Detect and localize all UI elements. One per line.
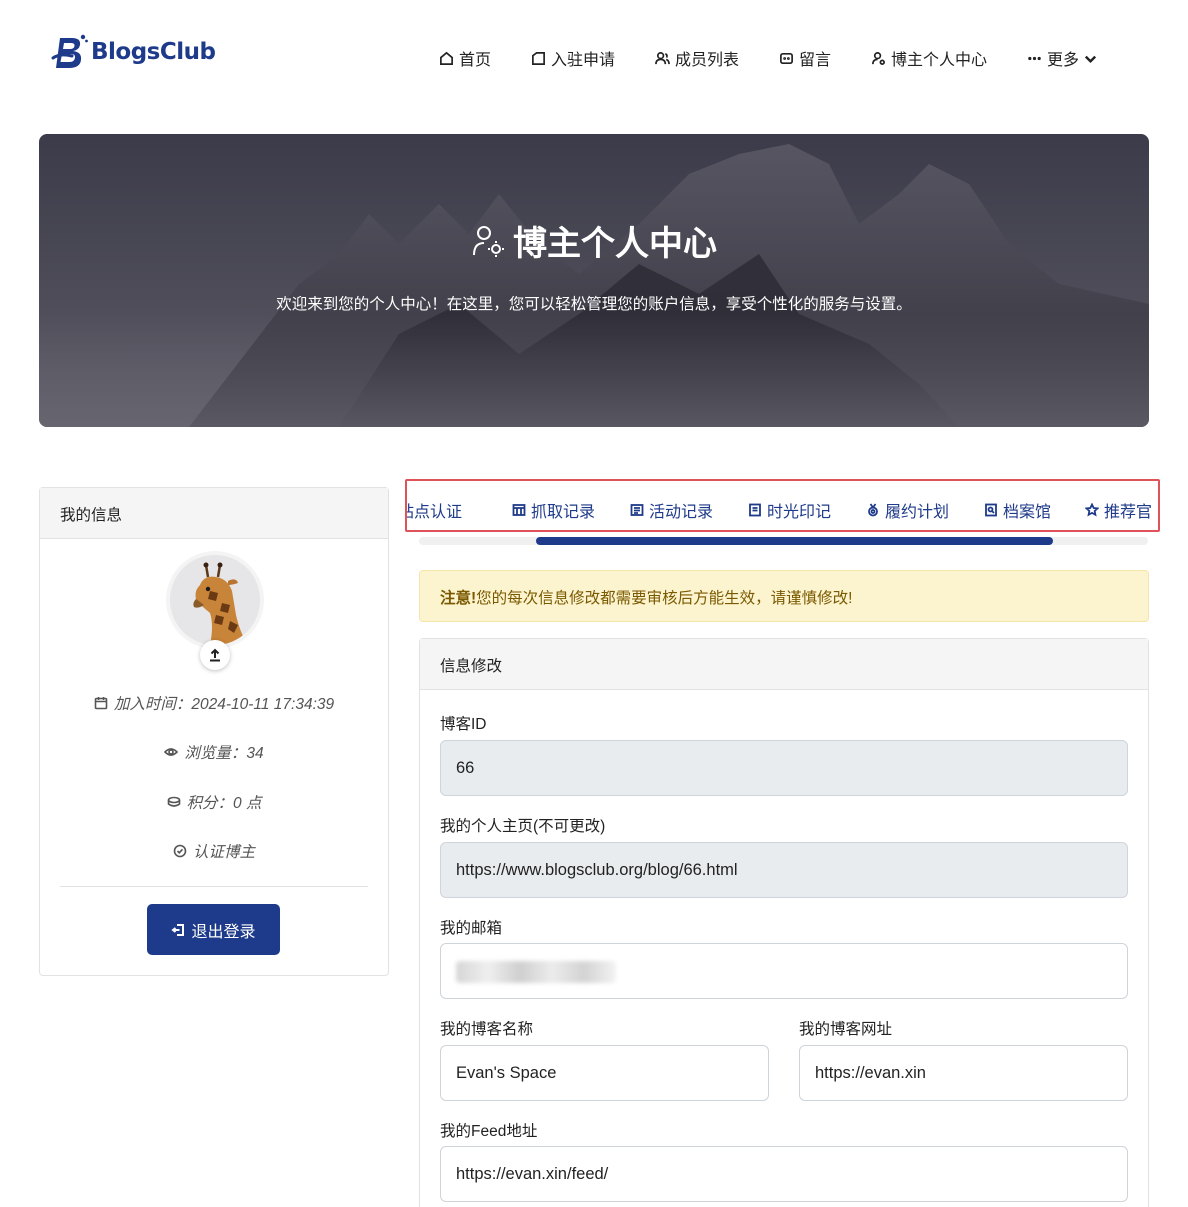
nav-item-label: 更多	[1047, 52, 1080, 69]
profile-card-header: 我的信息	[40, 488, 388, 539]
profile-card: 我的信息 加入时间：2024-10-11 17:34:39 浏览量：34 积分：…	[39, 487, 389, 976]
nav-item-home[interactable]: 首页	[439, 46, 491, 70]
account-tabs: 站点认证 抓取记录 活动记录 时光印记 履约计划 档案馆 推荐官	[405, 479, 1160, 532]
notice-text: 您的每次信息修改都需要审核后方能生效，请谨慎修改!	[476, 590, 853, 607]
join-time: 加入时间：2024-10-11 17:34:39	[40, 692, 388, 714]
list-icon	[630, 504, 644, 516]
chevron-down-icon	[1084, 55, 1097, 63]
points-text: 积分：0 点	[186, 795, 262, 812]
info-edit-header: 信息修改	[420, 639, 1148, 690]
tab-label: 履约计划	[885, 504, 950, 521]
table-icon	[512, 504, 526, 516]
tab-archive[interactable]: 档案馆	[984, 498, 1051, 522]
blog-url-field[interactable]	[799, 1045, 1128, 1101]
tab-label: 活动记录	[649, 504, 714, 521]
blog-id-label: 博客ID	[440, 716, 487, 733]
logout-label: 退出登录	[191, 923, 256, 941]
logout-button[interactable]: 退出登录	[147, 904, 280, 955]
view-count: 浏览量：34	[40, 741, 388, 763]
email-label: 我的邮箱	[440, 920, 503, 937]
profile-divider	[60, 886, 368, 887]
nav-item-more[interactable]: 更多	[1027, 46, 1098, 70]
feed-field[interactable]	[440, 1146, 1128, 1202]
nav-item-label: 首页	[459, 52, 492, 69]
blog-name-field[interactable]	[440, 1045, 769, 1101]
info-edit-card: 信息修改 博客ID 我的个人主页(不可更改) 我的邮箱 我的博客名称 我的博客网…	[419, 638, 1149, 1207]
tabs-scrollbar-track[interactable]	[419, 537, 1148, 545]
dots-icon	[1028, 56, 1041, 60]
users-icon	[655, 51, 670, 64]
nav-item-blogger-center[interactable]: 博主个人中心	[871, 46, 987, 70]
tab-crawl-records[interactable]: 抓取记录	[512, 498, 595, 522]
document-icon	[749, 503, 761, 517]
message-icon	[780, 52, 793, 64]
view-count-text: 浏览量：34	[184, 745, 264, 762]
verified-badge: 认证博主	[40, 840, 388, 862]
hero-subtitle: 欢迎来到您的个人中心！在这里，您可以轻松管理您的账户信息，享受个性化的服务与设置…	[276, 296, 912, 313]
medal-icon	[868, 503, 878, 517]
nav-item-apply[interactable]: 入驻申请	[531, 46, 615, 70]
giraffe-avatar-image	[170, 555, 260, 645]
tab-label: 档案馆	[1003, 504, 1052, 521]
nav-item-messages[interactable]: 留言	[779, 46, 831, 70]
nav-item-label: 留言	[799, 52, 832, 69]
upload-icon	[210, 648, 220, 662]
tab-recommender[interactable]: 推荐官	[1085, 498, 1152, 522]
user-gear-icon	[872, 51, 885, 65]
hero-title-text: 博主个人中心	[513, 225, 717, 263]
blog-name-label: 我的博客名称	[440, 1021, 534, 1038]
eye-icon	[164, 748, 179, 756]
check-circle-icon	[173, 844, 187, 858]
tab-label: 抓取记录	[531, 504, 596, 521]
coins-icon	[167, 796, 180, 807]
notice-banner: 注意!您的每次信息修改都需要审核后方能生效，请谨慎修改!	[419, 570, 1149, 622]
calendar-icon	[94, 697, 108, 710]
tab-activity-records[interactable]: 活动记录	[630, 498, 713, 522]
site-header: BlogsClub 首页 入驻申请 成员列表 留言 博主个人中心 更多	[0, 0, 1188, 116]
feed-label: 我的Feed地址	[440, 1123, 538, 1140]
hero-banner: 博主个人中心 欢迎来到您的个人中心！在这里，您可以轻松管理您的账户信息，享受个性…	[39, 134, 1149, 427]
archive-icon	[985, 503, 997, 517]
hero-title: 博主个人中心	[39, 216, 1149, 265]
homepage-label: 我的个人主页(不可更改)	[440, 818, 606, 835]
tab-label: 时光印记	[767, 504, 832, 521]
tab-time-imprint[interactable]: 时光印记	[748, 498, 831, 522]
star-icon	[1085, 503, 1099, 517]
homepage-field[interactable]	[440, 842, 1128, 898]
blog-url-label: 我的博客网址	[799, 1021, 893, 1038]
tag-icon	[532, 51, 545, 65]
logo-text: BlogsClub	[91, 39, 216, 65]
redacted-email-mask	[456, 961, 616, 983]
user-gear-icon	[473, 225, 504, 257]
home-icon	[440, 51, 453, 65]
logout-icon	[171, 923, 185, 936]
verified-text: 认证博主	[192, 844, 255, 861]
tabs-scrollbar-thumb[interactable]	[535, 537, 1054, 545]
mountain-background-image	[39, 144, 1149, 427]
join-time-text: 加入时间：2024-10-11 17:34:39	[113, 696, 335, 713]
nav-item-label: 博主个人中心	[891, 52, 988, 69]
nav-item-label: 成员列表	[675, 52, 740, 69]
avatar	[170, 555, 260, 645]
tab-site-verification[interactable]: 站点认证	[407, 498, 463, 522]
notice-strong: 注意!	[440, 590, 477, 607]
points: 积分：0 点	[40, 791, 388, 813]
nav-item-members[interactable]: 成员列表	[655, 46, 739, 70]
logo-mark-icon	[51, 34, 88, 68]
upload-avatar-button[interactable]	[200, 640, 230, 670]
tab-label: 推荐官	[1104, 504, 1153, 521]
nav-item-label: 入驻申请	[551, 52, 616, 69]
blog-id-field[interactable]	[440, 740, 1128, 796]
tab-label: 站点认证	[407, 504, 463, 521]
tab-fulfillment-plan[interactable]: 履约计划	[866, 498, 949, 522]
site-logo[interactable]: BlogsClub	[50, 30, 216, 74]
